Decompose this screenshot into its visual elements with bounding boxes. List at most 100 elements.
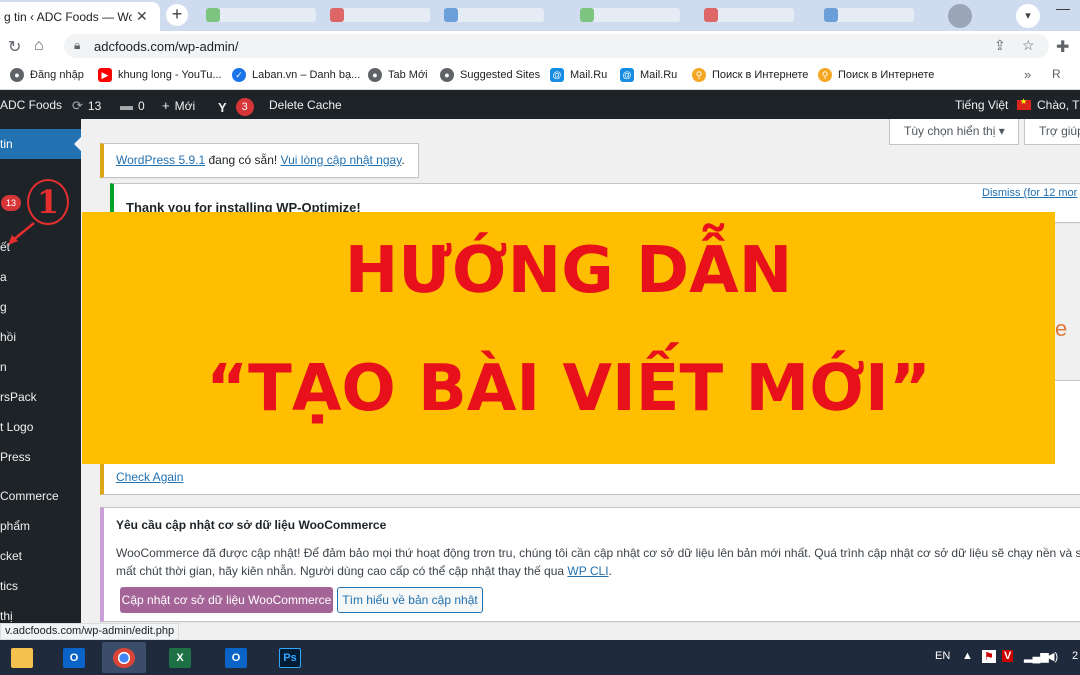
lock-icon[interactable]: 🔒︎ bbox=[74, 38, 80, 53]
browser-toolbar: ↻ ⌂ 🔒︎ adcfoods.com/wp-admin/ ⇪ ☆ ✚ bbox=[0, 31, 1080, 61]
wp-cli-link[interactable]: WP CLI bbox=[567, 564, 608, 578]
chevron-down-icon[interactable]: ▾ bbox=[1016, 4, 1040, 28]
share-icon[interactable]: ⇪ bbox=[994, 37, 1006, 54]
language-switcher[interactable]: Tiếng Việt bbox=[955, 98, 1008, 112]
updates-badge: 13 bbox=[1, 195, 22, 211]
close-icon[interactable]: ✕ bbox=[136, 8, 148, 25]
signal-icon[interactable]: ▂▄▆ bbox=[1024, 650, 1049, 663]
tab-inactive[interactable] bbox=[824, 8, 914, 22]
update-notice: WordPress 5.9.1 đang có sẵn! Vui lòng cậ… bbox=[100, 143, 419, 178]
updates-link[interactable]: ⟳ 13 bbox=[72, 98, 101, 114]
url-text: adcfoods.com/wp-admin/ bbox=[94, 39, 239, 54]
new-tab-button[interactable]: + bbox=[166, 4, 188, 26]
taskbar-app[interactable] bbox=[102, 642, 146, 673]
bookmarks-bar: ● Đăng nhập ▶ khung long - YouTu... ✓ Laban… bbox=[0, 61, 1080, 90]
extensions-icon[interactable]: ✚ bbox=[1056, 37, 1069, 57]
menu-item-analytics[interactable]: tics bbox=[0, 571, 81, 601]
update-now-link[interactable]: Vui lòng cập nhật ngay bbox=[281, 153, 402, 167]
tab-active[interactable]: g tin ‹ ADC Foods — WordPress ✕ bbox=[0, 2, 160, 31]
banner-heading: HƯỚNG DẪN bbox=[344, 234, 793, 308]
bookmark-item[interactable]: ⚲ Поиск в Интернете bbox=[818, 68, 934, 82]
bookmark-item[interactable]: @ Mail.Ru bbox=[550, 68, 607, 82]
menu-item-userspack[interactable]: rsPack bbox=[0, 382, 81, 412]
notice-body: WooCommerce đã được cập nhật! Để đảm bảo… bbox=[116, 546, 1080, 578]
bookmark-item[interactable]: ● Suggested Sites bbox=[440, 68, 540, 82]
delete-cache-link[interactable]: Delete Cache bbox=[269, 98, 342, 112]
bookmark-item[interactable]: ⚲ Поиск в Интернете bbox=[692, 68, 808, 82]
refresh-icon: ⟳ bbox=[72, 98, 83, 113]
star-icon[interactable]: ☆ bbox=[1022, 37, 1035, 54]
antivirus-icon[interactable]: V bbox=[1002, 650, 1014, 662]
tab-inactive[interactable] bbox=[580, 8, 680, 22]
minimize-icon[interactable]: — bbox=[1046, 0, 1080, 16]
menu-item[interactable]: n bbox=[0, 352, 81, 382]
taskbar-app[interactable]: O bbox=[52, 642, 96, 673]
clock[interactable]: 2 bbox=[1072, 650, 1078, 662]
dismiss-link[interactable]: Dismiss (for 12 mor bbox=[982, 187, 1077, 199]
update-database-button[interactable]: Cập nhật cơ sở dữ liệu WooCommerce bbox=[120, 587, 333, 613]
yoast-icon: Y bbox=[218, 99, 227, 115]
tray-expand-icon[interactable]: ▲ bbox=[962, 650, 973, 662]
bookmark-item[interactable]: ✓ Laban.vn – Danh bạ... bbox=[232, 68, 360, 82]
home-icon[interactable]: ⌂ bbox=[34, 37, 44, 55]
menu-item-dashboard[interactable]: tin bbox=[0, 129, 81, 159]
menu-item-marketing[interactable]: thị bbox=[0, 601, 81, 623]
screen-options-button[interactable]: Tùy chọn hiển thị ▾ bbox=[889, 119, 1019, 145]
tab-title: g tin ‹ ADC Foods — WordPress bbox=[4, 9, 132, 24]
browser-tab-strip: g tin ‹ ADC Foods — WordPress ✕ + ▾ — bbox=[0, 0, 1080, 31]
chrome-icon bbox=[113, 647, 135, 668]
bookmark-item[interactable]: ● Tab Mới bbox=[368, 68, 428, 82]
wp-side-menu: tin ết a g hồi n rsPack t Logo Press Com… bbox=[0, 119, 81, 623]
yoast-badge: 3 bbox=[235, 98, 254, 116]
menu-item-comments[interactable]: hồi bbox=[0, 322, 81, 352]
menu-item-products[interactable]: phẩm bbox=[0, 511, 81, 541]
bookmark-item[interactable]: ● Đăng nhập bbox=[10, 68, 84, 82]
search-icon: ⚲ bbox=[818, 68, 832, 82]
menu-item-media[interactable]: a bbox=[0, 262, 81, 292]
reload-icon[interactable]: ↻ bbox=[8, 37, 21, 57]
check-again-link[interactable]: Check Again bbox=[116, 470, 183, 484]
comment-icon: ▬ bbox=[120, 98, 133, 113]
address-bar[interactable]: 🔒︎ adcfoods.com/wp-admin/ ⇪ ☆ bbox=[64, 34, 1049, 58]
globe-icon: ● bbox=[440, 68, 454, 82]
new-content-link[interactable]: + Mới bbox=[162, 98, 195, 113]
menu-item-press[interactable]: Press bbox=[0, 442, 81, 472]
globe-icon: ● bbox=[368, 68, 382, 82]
tab-inactive[interactable] bbox=[704, 8, 794, 22]
bookmark-item[interactable]: @ Mail.Ru bbox=[620, 68, 677, 82]
reading-list-button[interactable]: R bbox=[1052, 67, 1061, 81]
flag-icon[interactable]: ⚑ bbox=[982, 650, 996, 663]
menu-item-pocket[interactable]: cket bbox=[0, 541, 81, 571]
wordpress-version-link[interactable]: WordPress 5.9.1 bbox=[116, 153, 205, 167]
bookmark-item[interactable]: ▶ khung long - YouTu... bbox=[98, 68, 222, 82]
profile-avatar[interactable] bbox=[948, 4, 972, 28]
taskbar-app[interactable] bbox=[0, 642, 44, 673]
menu-item-woocommerce[interactable]: Commerce bbox=[0, 481, 81, 511]
learn-more-button[interactable]: Tìm hiểu về bản cập nhật bbox=[337, 587, 483, 613]
youtube-icon: ▶ bbox=[98, 68, 112, 82]
language-indicator[interactable]: EN bbox=[935, 650, 950, 662]
tab-inactive[interactable] bbox=[206, 8, 316, 22]
menu-item-logo[interactable]: t Logo bbox=[0, 412, 81, 442]
site-name-link[interactable]: ADC Foods bbox=[0, 98, 62, 112]
comments-link[interactable]: ▬ 0 bbox=[120, 98, 145, 113]
laban-icon: ✓ bbox=[232, 68, 246, 82]
photoshop-icon: Ps bbox=[279, 647, 301, 668]
account-menu[interactable]: Chào, Tâ bbox=[1017, 97, 1080, 112]
help-button[interactable]: Trợ giúp bbox=[1024, 119, 1080, 145]
file-explorer-icon bbox=[11, 647, 33, 668]
taskbar-app[interactable]: X bbox=[158, 642, 202, 673]
mailru-icon: @ bbox=[620, 68, 634, 82]
tab-inactive[interactable] bbox=[330, 8, 430, 22]
yoast-menu[interactable]: Y3 bbox=[218, 98, 254, 116]
taskbar-app[interactable]: Ps bbox=[268, 642, 312, 673]
wp-admin-bar: ADC Foods ⟳ 13 ▬ 0 + Mới Y3 Delete Cache Ti… bbox=[0, 90, 1080, 119]
menu-item-pages[interactable]: g bbox=[0, 292, 81, 322]
tab-inactive[interactable] bbox=[444, 8, 544, 22]
vietnam-flag-icon bbox=[1017, 97, 1031, 110]
volume-icon[interactable]: ◀) bbox=[1046, 650, 1058, 663]
banner-subheading: “TẠO BÀI VIẾT MỚI” bbox=[206, 352, 931, 426]
bookmarks-more-button[interactable]: » bbox=[1024, 67, 1031, 82]
taskbar-app[interactable]: O bbox=[214, 642, 258, 673]
outlook-icon: O bbox=[63, 647, 85, 668]
